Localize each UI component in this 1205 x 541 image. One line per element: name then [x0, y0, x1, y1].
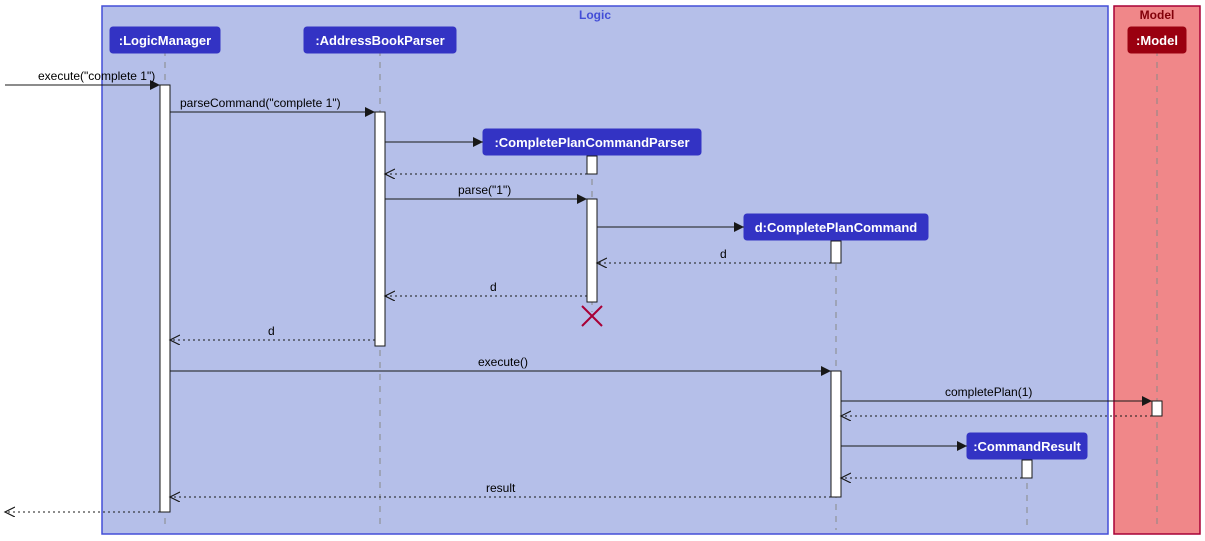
frame-model-label: Model [1140, 8, 1175, 22]
participant-logic-manager-label: :LogicManager [119, 33, 211, 48]
msg-execute-cmd-label: execute() [478, 355, 528, 369]
participant-address-book-parser-label: :AddressBookParser [315, 33, 444, 48]
activation-logic-manager [160, 85, 170, 512]
sequence-diagram: Logic Model :LogicManager :AddressBookPa… [0, 0, 1205, 541]
activation-complete-parser-2 [587, 199, 597, 302]
participant-complete-command: d:CompletePlanCommand [744, 214, 928, 240]
msg-complete-plan-label: completePlan(1) [945, 385, 1032, 399]
participant-command-result-label: :CommandResult [973, 439, 1081, 454]
msg-return-d2-label: d [490, 280, 497, 294]
activation-address-book-parser [375, 112, 385, 346]
activation-model [1152, 401, 1162, 416]
msg-result-label: result [486, 481, 516, 495]
frame-logic-label: Logic [579, 8, 611, 22]
participant-logic-manager: :LogicManager [110, 27, 220, 53]
msg-execute-label: execute("complete 1") [38, 69, 155, 83]
activation-complete-command-2 [831, 371, 841, 497]
participant-address-book-parser: :AddressBookParser [304, 27, 456, 53]
activation-complete-parser-1 [587, 156, 597, 174]
frame-logic: Logic [102, 6, 1108, 534]
participant-command-result: :CommandResult [967, 433, 1087, 459]
activation-command-result [1022, 460, 1032, 478]
participant-complete-parser: :CompletePlanCommandParser [483, 129, 701, 155]
participant-complete-parser-label: :CompletePlanCommandParser [494, 135, 689, 150]
msg-return-d1-label: d [720, 247, 727, 261]
participant-complete-command-label: d:CompletePlanCommand [755, 220, 918, 235]
activation-complete-command-1 [831, 241, 841, 263]
msg-return-d3-label: d [268, 324, 275, 338]
msg-parse-command-label: parseCommand("complete 1") [180, 96, 341, 110]
msg-parse-label: parse("1") [458, 183, 511, 197]
participant-model: :Model [1128, 27, 1186, 53]
participant-model-label: :Model [1136, 33, 1178, 48]
